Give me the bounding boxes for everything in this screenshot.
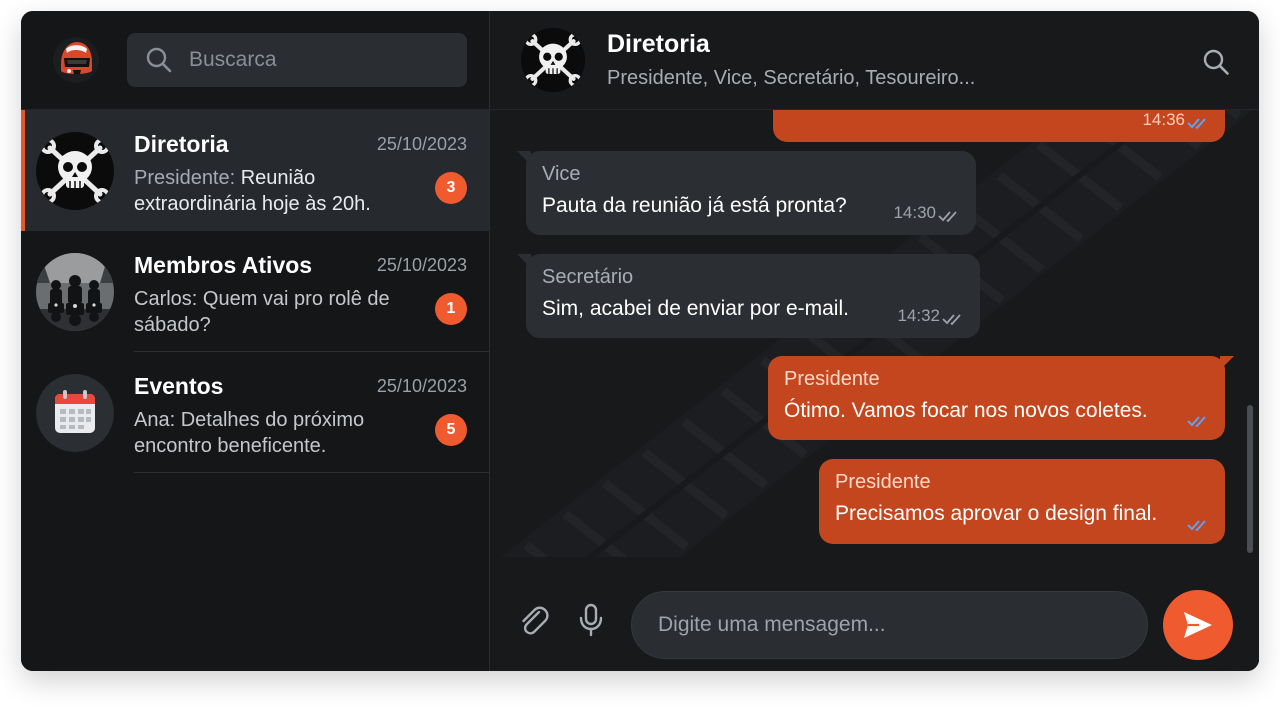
send-icon [1184, 612, 1212, 638]
conversation-panel: Diretoria Presidente, Vice, Secretário, … [490, 11, 1259, 671]
message-composer [490, 557, 1259, 671]
read-receipt-icon [1187, 118, 1206, 130]
chat-date: 25/10/2023 [376, 376, 467, 396]
skull-wrenches-icon [521, 28, 585, 92]
chat-name: Membros Ativos [134, 252, 313, 278]
message-author: Presidente [835, 471, 931, 493]
chat-name: Diretoria [134, 131, 229, 157]
message-author: Vice [542, 163, 581, 185]
read-receipt-icon [1187, 520, 1206, 532]
calendar-icon [36, 374, 114, 452]
message-text: Precisamos aprovar o design final. [835, 502, 1158, 525]
scrollbar-thumb[interactable] [1247, 405, 1253, 553]
chat-preview: Carlos: Quem vai pro rolê de sábado? [134, 288, 390, 336]
message-bubble-outgoing[interactable]: Presidente Precisamos aprovar o design f… [819, 459, 1225, 544]
read-receipt-icon [1187, 416, 1206, 428]
messenger-window: Diretoria 25/10/2023 Presidente: Reunião… [21, 11, 1259, 671]
message-text: Ótimo. Vamos focar nos novos coletes. [784, 399, 1148, 422]
unread-badge: 1 [435, 293, 467, 325]
chat-divider [134, 472, 489, 473]
conversation-titles: Diretoria Presidente, Vice, Secretário, … [607, 30, 975, 90]
bubble-tail [517, 151, 531, 165]
chat-info: Eventos 25/10/2023 Ana: Detalhes do próx… [134, 352, 467, 473]
sidebar-header [21, 11, 489, 110]
chat-date: 25/10/2023 [376, 134, 467, 154]
unread-badge: 5 [435, 414, 467, 446]
message-bubble-outgoing[interactable]: Presidente Ótimo. Vamos focar nos novos … [768, 356, 1234, 440]
message-time: 14:30 [893, 203, 936, 222]
delivered-check-icon [938, 211, 957, 223]
group-avatar[interactable] [521, 28, 585, 92]
conversation-header: Diretoria Presidente, Vice, Secretário, … [490, 11, 1259, 110]
delivered-check-icon [942, 314, 961, 326]
chat-name: Eventos [134, 373, 224, 399]
message-author: Presidente [784, 368, 880, 390]
message-author: Secretário [542, 266, 634, 288]
search-box[interactable] [127, 33, 467, 87]
motorcycle-riders-icon [36, 253, 114, 331]
message-bubble-outgoing[interactable]: 14:36 [773, 110, 1225, 142]
microphone-icon[interactable] [576, 603, 606, 637]
send-button[interactable] [1163, 590, 1233, 660]
chat-item-eventos[interactable]: Eventos 25/10/2023 Ana: Detalhes do próx… [21, 352, 489, 473]
skull-wrenches-icon [36, 132, 114, 210]
conversation-title: Diretoria [607, 30, 710, 58]
sidebar: Diretoria 25/10/2023 Presidente: Reunião… [21, 11, 490, 671]
message-time: 14:32 [897, 306, 940, 325]
message-list[interactable]: 14:36 Vice Pauta da reunião já está pron… [490, 110, 1259, 557]
chat-item-membros-ativos[interactable]: Membros Ativos 25/10/2023 Carlos: Quem v… [21, 231, 489, 352]
chat-info: Membros Ativos 25/10/2023 Carlos: Quem v… [134, 231, 467, 352]
message-time: 14:36 [1142, 110, 1185, 129]
paperclip-icon[interactable] [516, 603, 550, 637]
chat-preview: Presidente: Reunião extraordinária hoje … [134, 165, 404, 217]
chat-list: Diretoria 25/10/2023 Presidente: Reunião… [21, 110, 489, 473]
search-icon [146, 47, 172, 73]
bubble-tail [1220, 356, 1234, 370]
riders-avatar [36, 253, 114, 331]
message-bubble-incoming[interactable]: Vice Pauta da reunião já está pronta? 14… [517, 151, 976, 235]
helmet-icon [53, 37, 99, 83]
search-icon[interactable] [1201, 47, 1231, 77]
chat-date: 25/10/2023 [376, 255, 467, 275]
unread-badge: 3 [435, 172, 467, 204]
chat-info: Diretoria 25/10/2023 Presidente: Reunião… [134, 110, 467, 231]
skull-avatar [36, 132, 114, 210]
chat-preview: Ana: Detalhes do próximo encontro benefi… [134, 409, 365, 457]
search-input[interactable] [189, 48, 467, 72]
bubble-tail [517, 254, 531, 268]
conversation-members: Presidente, Vice, Secretário, Tesoureiro… [607, 67, 976, 89]
calendar-avatar [36, 374, 114, 452]
preview-sender: Presidente: [134, 167, 236, 189]
message-bubble-incoming[interactable]: Secretário Sim, acabei de enviar por e-m… [517, 254, 980, 338]
chat-item-diretoria[interactable]: Diretoria 25/10/2023 Presidente: Reunião… [21, 110, 489, 231]
profile-avatar[interactable] [53, 37, 99, 83]
message-input[interactable] [631, 591, 1148, 659]
